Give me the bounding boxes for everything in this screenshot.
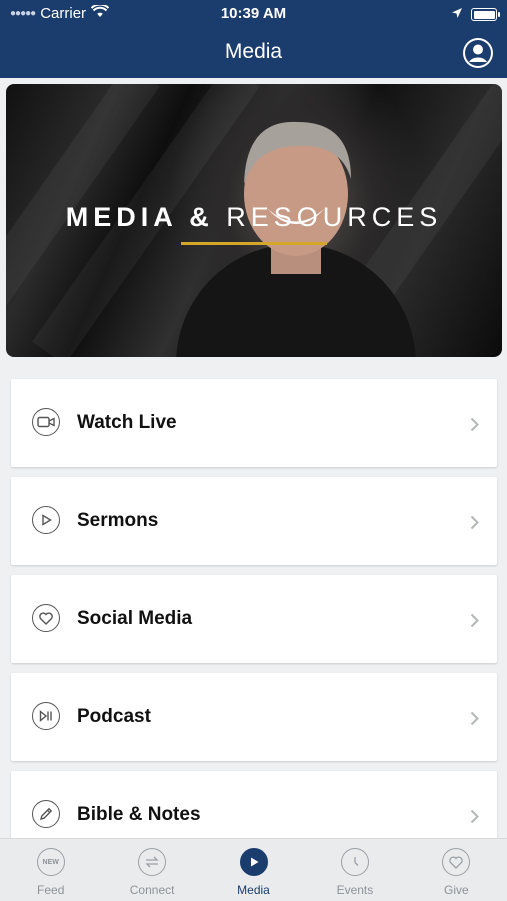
profile-icon[interactable] [463,38,493,68]
tab-media[interactable]: Media [203,839,304,901]
menu-item-label: Sermons [77,510,159,531]
media-menu-list: Watch Live Sermons Social Media Podcast [11,379,497,869]
bottom-tab-bar: NEW Feed Connect Media Events Give [0,838,507,901]
heart-icon [442,848,471,876]
menu-item-social-media[interactable]: Social Media [11,575,497,663]
tab-label: Media [237,883,270,897]
menu-item-label: Bible & Notes [77,804,201,825]
tab-connect[interactable]: Connect [101,839,202,901]
chevron-right-icon [470,515,479,535]
tab-feed[interactable]: NEW Feed [0,839,101,901]
chevron-right-icon [470,417,479,437]
hero-underline [181,242,327,245]
tab-label: Give [443,883,469,897]
video-camera-icon [32,408,60,436]
tab-label: Connect [129,883,175,897]
tab-label: Feed [37,883,65,897]
status-time: 10:39 AM [220,5,287,22]
battery-icon [471,8,500,21]
page-title: Media [224,40,283,63]
top-bar: ●●●●● Carrier 10:39 AM Media [0,0,507,78]
chevron-right-icon [470,809,479,829]
menu-item-label: Podcast [77,706,151,727]
menu-item-label: Social Media [77,608,193,629]
tab-label: Events [336,883,374,897]
pencil-icon [32,800,60,828]
hero-banner[interactable]: MEDIA & RESOURCES [6,84,502,357]
menu-item-watch-live[interactable]: Watch Live [11,379,497,467]
status-bar: ●●●●● Carrier 10:39 AM [0,0,507,26]
chevron-right-icon [470,613,479,633]
tab-give[interactable]: Give [406,839,507,901]
new-badge-text: NEW [42,858,59,866]
play-icon [239,848,268,876]
play-icon [32,506,60,534]
menu-item-sermons[interactable]: Sermons [11,477,497,565]
menu-item-label: Watch Live [77,412,177,433]
hero-title: MEDIA & RESOURCES [6,202,502,233]
new-badge-icon: NEW [36,848,65,876]
chevron-right-icon [470,711,479,731]
tab-events[interactable]: Events [304,839,405,901]
play-pause-icon [32,702,60,730]
menu-item-podcast[interactable]: Podcast [11,673,497,761]
clock-icon [340,848,369,876]
hero-title-bold: MEDIA & [65,202,214,232]
location-arrow-icon [451,6,463,23]
hero-title-light: RESOURCES [226,202,443,232]
connect-arrows-icon [138,848,167,876]
heart-icon [32,604,60,632]
